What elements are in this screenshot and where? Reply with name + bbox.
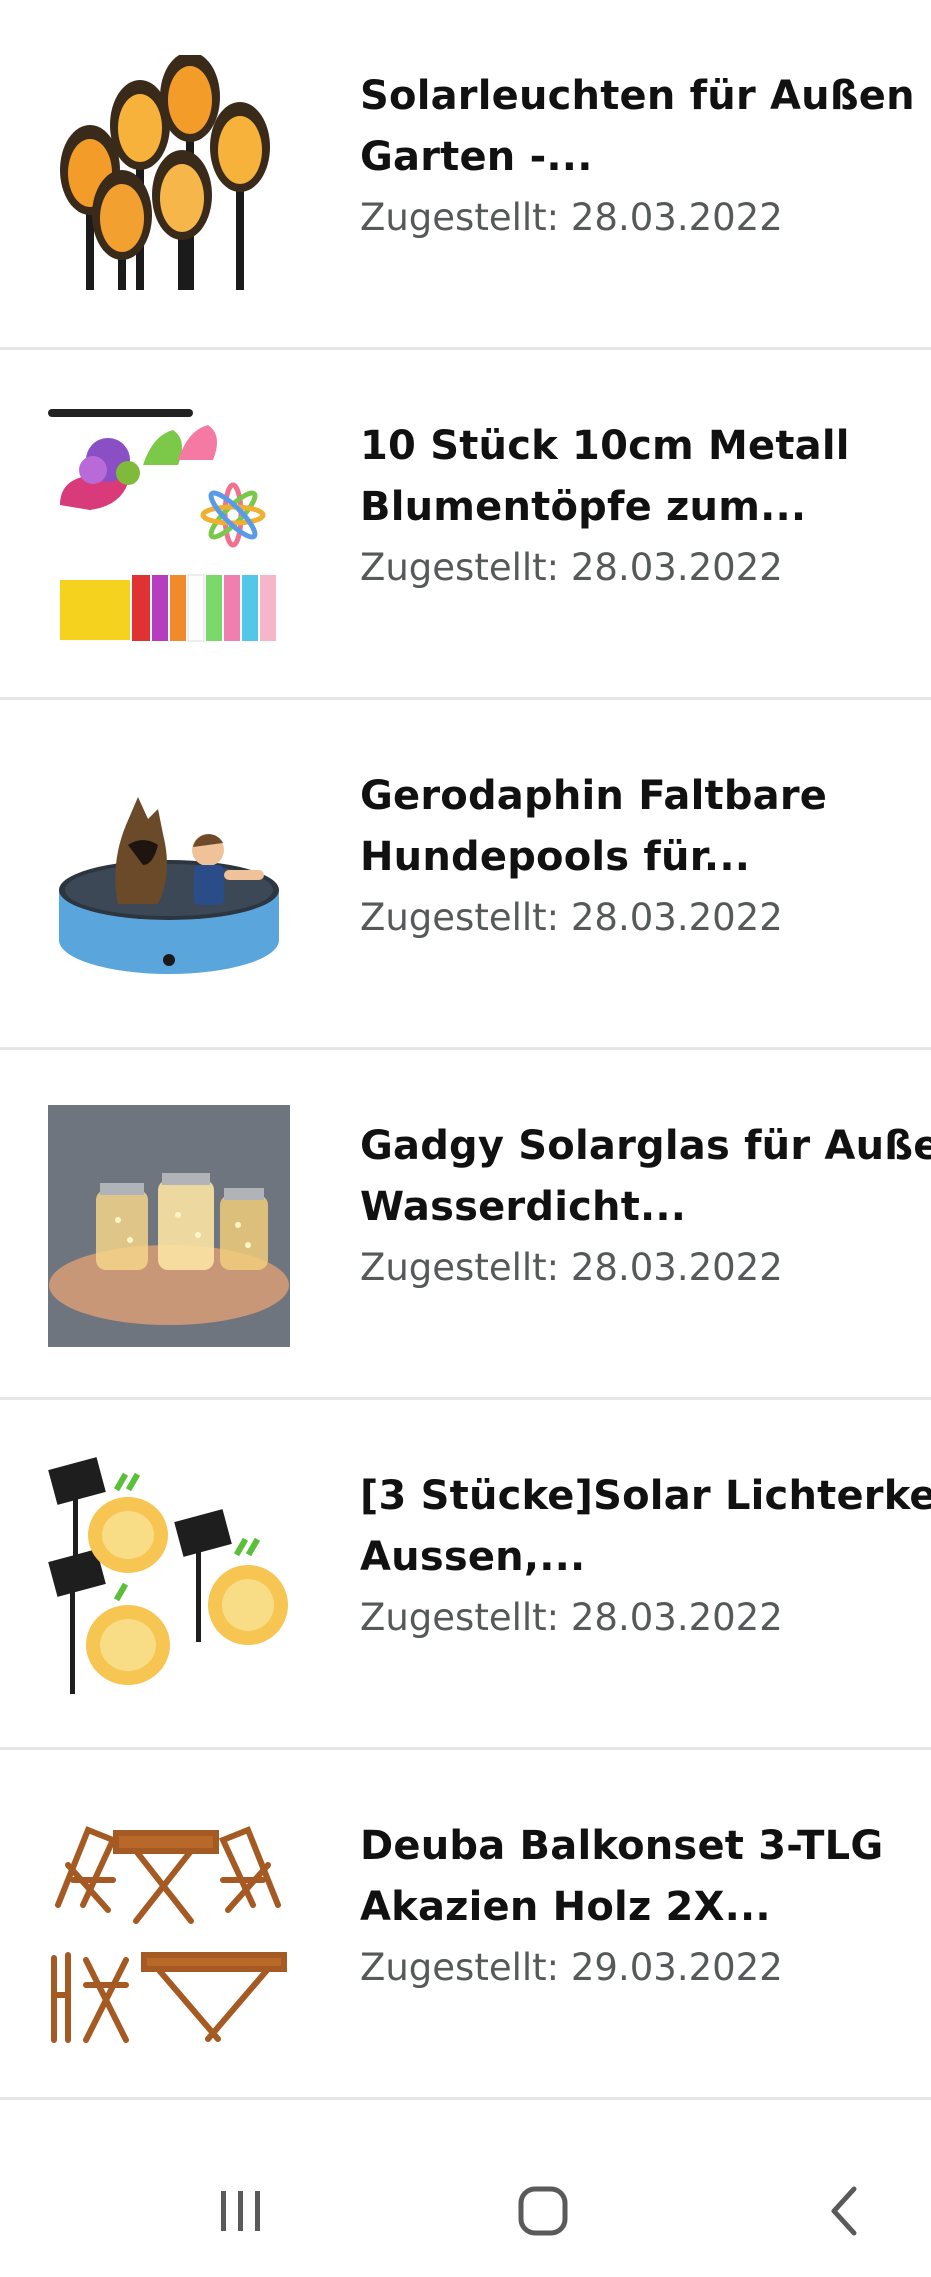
order-item[interactable]: Gadgy Solarglas für Außen Wasserdicht...… <box>0 1050 931 1400</box>
order-title[interactable]: Solarleuchten für Außen Garten -... <box>360 66 931 188</box>
dog-pool-image <box>48 755 290 997</box>
order-item[interactable]: Deuba Balkonset 3-TLG Akazien Holz 2X...… <box>0 1750 931 2100</box>
delivery-status: Zugestellt: 28.03.2022 <box>360 196 783 239</box>
order-title[interactable]: 10 Stück 10cm Metall Blumentöpfe zum... <box>360 416 931 538</box>
order-title-line1: Deuba Balkonset 3-TLG <box>360 1823 884 1869</box>
order-title-line1: 10 Stück 10cm Metall <box>360 423 850 469</box>
order-title[interactable]: Gadgy Solarglas für Außen Wasserdicht... <box>360 1116 931 1238</box>
delivery-status: Zugestellt: 28.03.2022 <box>360 896 783 939</box>
order-title-line2: Garten -... <box>360 134 593 180</box>
recents-icon[interactable] <box>196 2166 286 2256</box>
delivery-status: Zugestellt: 29.03.2022 <box>360 1946 783 1989</box>
delivery-status: Zugestellt: 28.03.2022 <box>360 1596 783 1639</box>
balcony-set-image <box>48 1805 290 2047</box>
solar-torch-image <box>48 55 290 297</box>
order-title-line1: Solarleuchten für Außen <box>360 73 915 119</box>
order-item[interactable]: Solarleuchten für Außen Garten -... Zuge… <box>0 0 931 350</box>
solar-jar-image <box>48 1105 290 1347</box>
order-title[interactable]: Deuba Balkonset 3-TLG Akazien Holz 2X... <box>360 1816 931 1938</box>
orders-list: Solarleuchten für Außen Garten -... Zuge… <box>0 0 931 2100</box>
order-title-line2: Aussen,... <box>360 1534 586 1580</box>
flower-pot-image <box>48 405 290 647</box>
order-title[interactable]: [3 Stücke]Solar Lichterkette Aussen,... <box>360 1466 931 1588</box>
system-navigation-bar <box>0 2106 931 2277</box>
home-icon[interactable] <box>498 2166 588 2256</box>
order-title-line2: Wasserdicht... <box>360 1184 687 1230</box>
order-title-line1: Gerodaphin Faltbare <box>360 773 828 819</box>
delivery-status: Zugestellt: 28.03.2022 <box>360 546 783 589</box>
order-item[interactable]: 10 Stück 10cm Metall Blumentöpfe zum... … <box>0 350 931 700</box>
order-title-line2: Akazien Holz 2X... <box>360 1884 771 1930</box>
order-title-line1: [3 Stücke]Solar Lichterkette <box>360 1473 931 1519</box>
order-title[interactable]: Gerodaphin Faltbare Hundepools für... <box>360 766 931 888</box>
order-title-line1: Gadgy Solarglas für Außen <box>360 1123 931 1169</box>
solar-string-lights-image <box>48 1455 290 1697</box>
order-item[interactable]: [3 Stücke]Solar Lichterkette Aussen,... … <box>0 1400 931 1750</box>
back-icon[interactable] <box>800 2166 890 2256</box>
delivery-status: Zugestellt: 28.03.2022 <box>360 1246 783 1289</box>
order-title-line2: Hundepools für... <box>360 834 751 880</box>
order-item[interactable]: Gerodaphin Faltbare Hundepools für... Zu… <box>0 700 931 1050</box>
order-title-line2: Blumentöpfe zum... <box>360 484 807 530</box>
